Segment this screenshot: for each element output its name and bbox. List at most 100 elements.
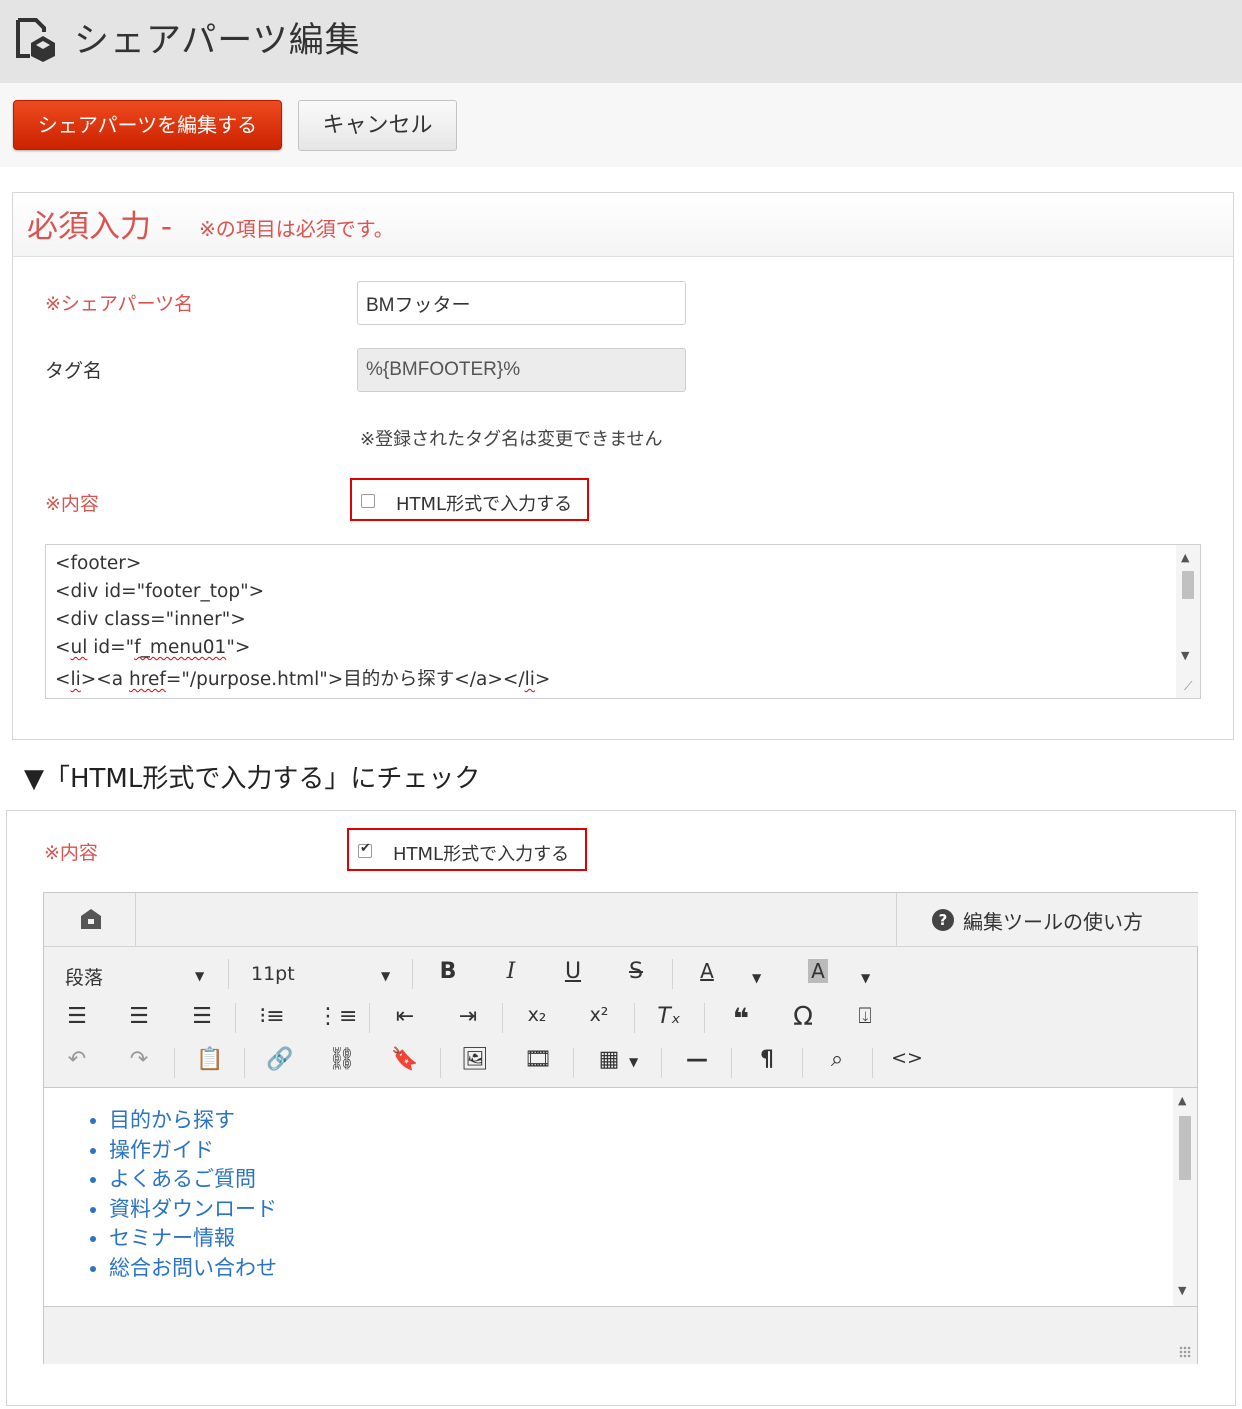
toolbar-divider	[228, 959, 229, 989]
remove-format-icon[interactable]: Tₓ	[651, 1004, 687, 1029]
scroll-thumb[interactable]	[1182, 571, 1194, 599]
toolbar-divider	[573, 1048, 574, 1078]
text-color-dropdown-icon[interactable]: ▼	[752, 971, 761, 985]
toolbar-divider	[731, 1048, 732, 1078]
font-size-select[interactable]: 11pt	[251, 963, 295, 985]
code-line: <li><a href="/purpose.html">目的から探す</a></…	[55, 669, 551, 690]
editor-scrollbar[interactable]: ▲ ▼	[1173, 1088, 1197, 1306]
section-note: ※の項目は必須です。	[199, 217, 394, 241]
toolbar-divider	[704, 1003, 705, 1033]
blockquote-icon[interactable]: ❝	[723, 1002, 759, 1035]
list-item[interactable]: 総合お問い合わせ	[109, 1254, 277, 1284]
scroll-down-arrow-icon[interactable]: ▼	[1181, 649, 1189, 662]
font-size-dropdown-icon[interactable]: ▼	[381, 969, 390, 983]
format-dropdown-icon[interactable]: ▼	[195, 969, 204, 983]
editor-content-area[interactable]: 目的から探す 操作ガイド よくあるご質問 資料ダウンロード セミナー情報 総合お…	[44, 1088, 1197, 1306]
align-left-icon[interactable]: ☰	[59, 1004, 95, 1029]
list-item[interactable]: セミナー情報	[109, 1224, 277, 1254]
subscript-icon[interactable]: x₂	[519, 1004, 555, 1026]
textarea-scrollbar[interactable]: ▲ ▼ ⟋	[1176, 545, 1200, 698]
code-line: <div id="footer_top">	[55, 581, 265, 602]
show-blocks-icon[interactable]: ¶	[749, 1047, 785, 1072]
special-character-icon[interactable]: Ω	[785, 1002, 821, 1032]
html-mode-label[interactable]: HTML形式で入力する	[393, 840, 569, 866]
unlink-icon[interactable]: ⛓	[324, 1047, 360, 1072]
save-button[interactable]: シェアパーツを編集する	[13, 100, 282, 150]
list-item[interactable]: 目的から探す	[109, 1106, 277, 1136]
template-box-icon	[81, 909, 101, 929]
content-textarea[interactable]: <footer> <div id="footer_top"> <div clas…	[45, 544, 1201, 699]
indent-icon[interactable]: ⇥	[450, 1004, 486, 1029]
rich-text-editor: ? 編集ツールの使い方 段落 ▼ 11pt ▼ B I U S A ▼ A ▼ …	[43, 892, 1198, 1364]
tag-name-input	[357, 348, 686, 392]
page-header: シェアパーツ編集	[0, 0, 1242, 83]
align-right-icon[interactable]: ☰	[184, 1004, 220, 1029]
insert-anchor-icon[interactable]: ⍗	[847, 1004, 883, 1029]
share-parts-name-input[interactable]	[357, 281, 686, 325]
editor-top-bar: ? 編集ツールの使い方	[44, 893, 1198, 947]
bold-icon[interactable]: B	[430, 959, 466, 984]
format-select[interactable]: 段落	[65, 963, 103, 990]
toolbar-divider	[661, 1048, 662, 1078]
numbered-list-icon[interactable]: ⋮≡	[317, 1004, 357, 1029]
tag-name-note: ※登録されたタグ名は変更できません	[360, 429, 663, 450]
content-label: ※内容	[44, 842, 98, 864]
resize-grip-icon[interactable]: ⟋	[1184, 679, 1192, 694]
toolbar-divider	[235, 1003, 236, 1033]
find-icon[interactable]: ⌕	[819, 1047, 855, 1072]
toolbar-divider	[802, 1048, 803, 1078]
tag-name-label: タグ名	[45, 360, 103, 382]
resize-grip-icon[interactable]	[1179, 1346, 1191, 1358]
video-icon[interactable]: 🎞	[520, 1047, 556, 1072]
background-color-dropdown-icon[interactable]: ▼	[861, 971, 870, 985]
underline-icon[interactable]: U	[555, 959, 591, 984]
paste-icon[interactable]: 📋	[192, 1047, 228, 1072]
toolbar-divider	[369, 1003, 370, 1033]
horizontal-rule-icon[interactable]: —	[679, 1047, 715, 1072]
html-mode-label[interactable]: HTML形式で入力する	[396, 490, 572, 516]
scroll-down-arrow-icon[interactable]: ▼	[1178, 1284, 1186, 1297]
scroll-thumb[interactable]	[1179, 1116, 1191, 1180]
list-item[interactable]: 資料ダウンロード	[109, 1195, 277, 1225]
background-color-icon[interactable]: A	[800, 959, 836, 983]
share-parts-logo-icon	[16, 18, 55, 62]
undo-icon[interactable]: ↶	[59, 1047, 95, 1072]
toolbar-divider	[634, 1003, 635, 1033]
outdent-icon[interactable]: ⇤	[387, 1004, 423, 1029]
panel-heading: 必須入力 - ※の項目は必須です。	[13, 193, 1233, 257]
editor-help-link[interactable]: ? 編集ツールの使い方	[896, 893, 1198, 946]
instruction-caption: ▼「HTML形式で入力する」にチェック	[24, 764, 481, 794]
footer-link-list: 目的から探す 操作ガイド よくあるご質問 資料ダウンロード セミナー情報 総合お…	[66, 1106, 277, 1283]
table-dropdown-icon[interactable]: ▼	[629, 1055, 638, 1069]
editor-help-label: 編集ツールの使い方	[963, 910, 1143, 934]
template-button[interactable]	[44, 893, 136, 946]
code-line: <div class="inner">	[55, 609, 246, 630]
bulleted-list-icon[interactable]: ⁝≡	[254, 1004, 290, 1029]
table-icon[interactable]: ▦	[591, 1047, 627, 1072]
section-title: 必須入力 -	[27, 209, 173, 245]
share-parts-name-label: ※シェアパーツ名	[45, 293, 194, 315]
toolbar-divider	[502, 1003, 503, 1033]
toolbar-divider	[440, 1048, 441, 1078]
cancel-button[interactable]: キャンセル	[298, 100, 457, 151]
list-item[interactable]: よくあるご質問	[109, 1165, 277, 1195]
bookmark-icon[interactable]: 🔖	[387, 1047, 423, 1072]
source-code-icon[interactable]: <>	[889, 1047, 925, 1069]
html-mode-checkbox[interactable]	[361, 494, 375, 508]
strikethrough-icon[interactable]: S	[618, 959, 654, 984]
italic-icon[interactable]: I	[493, 959, 529, 984]
toolbar-divider	[244, 1048, 245, 1078]
scroll-up-arrow-icon[interactable]: ▲	[1178, 1094, 1186, 1107]
redo-icon[interactable]: ↷	[121, 1047, 157, 1072]
html-mode-checkbox-checked[interactable]	[358, 841, 372, 858]
scroll-up-arrow-icon[interactable]: ▲	[1181, 551, 1189, 564]
align-center-icon[interactable]: ☰	[121, 1004, 157, 1029]
list-item[interactable]: 操作ガイド	[109, 1136, 277, 1166]
superscript-icon[interactable]: x²	[581, 1004, 617, 1026]
code-line: <footer>	[55, 553, 142, 574]
image-icon[interactable]: 🖼	[457, 1047, 493, 1072]
text-color-icon[interactable]: A	[689, 959, 725, 983]
svg-text:?: ?	[939, 911, 948, 929]
link-icon[interactable]: 🔗	[262, 1047, 298, 1072]
toolbar-divider	[412, 959, 413, 989]
